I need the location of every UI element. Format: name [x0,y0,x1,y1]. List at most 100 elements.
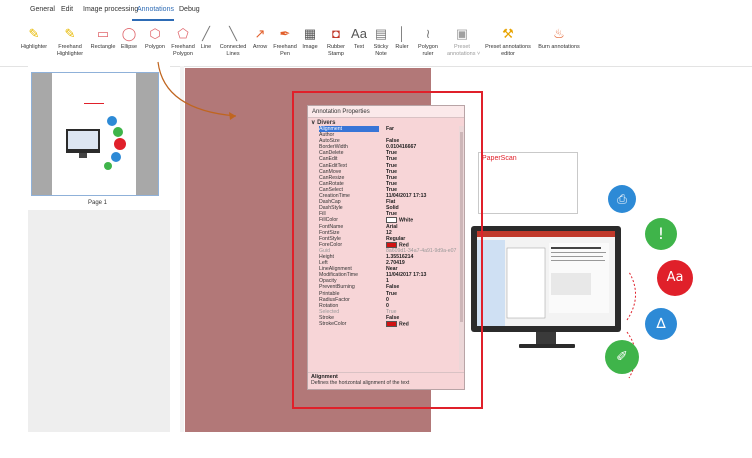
preset-annotations-editor-button[interactable]: ⚒ Preset annotations editor [482,26,534,58]
property-value-text: True [386,180,397,187]
delete-icon: ! [645,218,677,250]
property-value-text: False [386,138,400,145]
polygon-ruler-icon: ≀ [425,26,431,41]
ribbon-button-label: Polygon ruler [418,44,438,57]
callout-arrow [157,61,237,120]
thumbnail-pane-empty [28,210,170,432]
menu-bar: General Edit Image processing Annotation… [0,0,752,23]
text-tool-icon: Aa [657,260,693,296]
connected-lines-button[interactable]: ╲ Connected Lines [218,26,248,58]
tab-debug[interactable]: Debug [179,6,200,13]
property-value-text: 11/04/2017 17:13 [386,272,427,279]
freehand-pen-circle-icon: ✐ [605,340,639,374]
page-thumbnail[interactable] [31,72,159,196]
preset-editor-icon: ⚒ [502,26,514,41]
property-value-text: 0 [386,296,389,303]
freehand-highlighter-icon: ✎ [64,26,76,41]
ellipse-button[interactable]: ◯ Ellipse [116,26,142,51]
property-value-text: 2.70419 [386,260,405,267]
preset-annotations-icon: ▣ [455,26,469,41]
freehand-pen-button[interactable]: ✒ Freehand Pen [272,26,298,58]
scan-icon: ⎙ [608,185,636,213]
ribbon-button-label: Burn annotations [538,44,580,50]
active-tab-indicator [132,19,174,21]
ribbon-button-label: Sticky Note [373,44,389,57]
text-annotation[interactable]: PaperScan [478,152,578,214]
line-button[interactable]: ╱ Line [196,26,216,51]
property-value-text: 8a609d1-34a7-4a91-9d9a-e07 [386,247,457,254]
freehand-highlighter-button[interactable]: ✎ Freehand Highlighter [54,26,86,58]
property-grid-scrollbar[interactable] [459,126,464,370]
ribbon-button-label: Image [302,44,318,50]
polygon-icon: ⬡ [149,26,161,41]
polygon-ruler-button[interactable]: ≀ Polygon ruler [414,26,442,58]
arrow-icon: ↗ [254,26,266,41]
ruler-button[interactable]: │ Ruler [392,26,412,51]
line-icon: ╱ [202,26,210,41]
property-grid: Alignment Far Author AutoSize False BorderWid… [312,126,458,370]
property-value-text: True [386,162,397,169]
image-button[interactable]: ▦ Image [300,26,320,51]
ribbon-button-label: Freehand Polygon [171,44,195,57]
property-value-text: Regular [386,235,406,242]
rubber-stamp-circle-icon: ∆ [645,308,677,340]
ribbon-button-label: Highlighter [20,44,48,50]
property-value-text: True [386,290,397,297]
thumbnail-preview [66,103,126,170]
tab-image-processing[interactable]: Image processing [83,6,138,13]
color-swatch [386,241,397,248]
ribbon-button-label: Arrow [252,44,268,50]
tab-annotations[interactable]: Annotations [137,6,174,13]
polygon-button[interactable]: ⬡ Polygon [142,26,168,51]
property-value-text: 11/04/2017 17:13 [386,193,427,200]
property-value-text: True [386,211,397,218]
ribbon-button-label: Freehand Highlighter [56,44,84,57]
annotations-ribbon: ✎ Highlighter ✎ Freehand Highlighter ▭ Rectan… [0,22,752,67]
property-description: Alignment Defines the horizontal alignme… [308,372,464,389]
text-icon: Aa [351,26,367,41]
property-value-text: 0 [386,302,389,309]
ribbon-button-label: Rubber Stamp [326,44,346,57]
property-name: StrokeColor [319,321,347,327]
image-icon: ▦ [303,26,317,41]
preset-annotations-button[interactable]: ▣ Preset annotations ˅ [447,26,481,58]
ribbon-button-label: Polygon [145,44,165,50]
freehand-polygon-button[interactable]: ⬠ Freehand Polygon [168,26,198,58]
property-value-text: Arial [386,223,398,230]
property-value-text: Far [386,126,395,132]
property-category[interactable]: ∨ Divers [311,119,335,126]
rectangle-button[interactable]: ▭ Rectangle [88,26,118,51]
property-value-text: False [386,314,400,321]
ribbon-button-label: Connected Lines [219,44,247,57]
property-value[interactable]: Red [386,321,458,327]
property-value-text: Solid [386,205,399,212]
burn-annotations-icon: ♨ [553,26,565,41]
property-value-text: 0.010416667 [386,144,417,151]
color-swatch [386,321,397,327]
property-value-text: 12 [386,229,392,236]
arrow-button[interactable]: ↗ Arrow [248,26,272,51]
rectangle-icon: ▭ [96,26,110,41]
tab-edit[interactable]: Edit [61,6,73,13]
ruler-icon: │ [397,26,407,41]
ribbon-button-label: Rectangle [90,44,116,50]
highlighter-button[interactable]: ✎ Highlighter [18,26,50,51]
property-value-text: Flat [386,199,396,206]
ribbon-button-label: Preset annotations editor [485,44,531,57]
property-value-text: 1 [386,278,389,285]
ribbon-button-label: Preset annotations ˅ [447,44,481,57]
property-row[interactable]: StrokeColor Red [312,321,458,327]
thumbnail-pane: Page 1 [28,66,170,210]
highlighter-icon: ✎ [28,26,40,41]
ribbon-button-label: Freehand Pen [273,44,297,57]
tab-general[interactable]: General [30,6,55,13]
burn-annotations-button[interactable]: ♨ Burn annotations [535,26,583,51]
rubber-stamp-icon: ◘ [332,26,340,41]
property-value-text: True [386,156,397,163]
property-value-text: True [386,150,397,157]
sticky-note-icon: ▤ [374,26,388,41]
sticky-note-button[interactable]: ▤ Sticky Note [370,26,392,58]
rubber-stamp-button[interactable]: ◘ Rubber Stamp [322,26,350,58]
connected-lines-icon: ╲ [229,26,237,41]
text-button[interactable]: Aa Text [350,26,368,51]
